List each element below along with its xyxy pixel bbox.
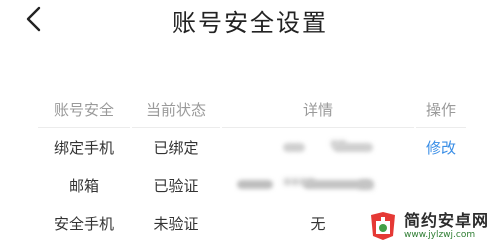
- watermark-text: 简约安卓网 www.jylzwj.com: [404, 210, 490, 241]
- column-header-detail: 详情: [302, 100, 333, 119]
- row-status: 未验证: [153, 214, 199, 233]
- row-item-label: 安全手机: [53, 214, 114, 233]
- row-item-label: 邮箱: [68, 176, 99, 195]
- watermark-logo-icon: [366, 209, 400, 243]
- row-detail: **: [222, 128, 414, 166]
- column-header-status: 当前状态: [145, 100, 206, 119]
- table-header-row: 账号安全 当前状态 详情 操作: [0, 90, 500, 128]
- row-status: 已绑定: [153, 138, 199, 157]
- table-row: 绑定手机 已绑定 ** 修改: [0, 128, 500, 166]
- row-detail: **** m: [222, 166, 414, 204]
- column-header-action: 操作: [425, 100, 456, 119]
- row-item-label: 绑定手机: [53, 138, 114, 157]
- watermark-url: www.jylzwj.com: [404, 229, 476, 240]
- page-title: 账号安全设置: [172, 9, 328, 37]
- modify-link[interactable]: 修改: [416, 128, 466, 166]
- masked-phone-value: **: [233, 137, 403, 157]
- masked-email-value: **** m: [223, 175, 413, 195]
- account-security-screen: 账号安全设置 账号安全 当前状态 详情 操作 绑定手机 已绑定 ** 修改 邮箱…: [0, 0, 500, 250]
- header: 账号安全设置: [0, 0, 500, 44]
- row-status: 已验证: [153, 176, 199, 195]
- watermark-name: 简约安卓网: [404, 210, 490, 230]
- column-header-item: 账号安全: [53, 100, 114, 119]
- table-row: 邮箱 已验证 **** m: [0, 166, 500, 204]
- site-watermark: 简约安卓网 www.jylzwj.com: [366, 206, 494, 246]
- row-action-empty: [416, 166, 466, 204]
